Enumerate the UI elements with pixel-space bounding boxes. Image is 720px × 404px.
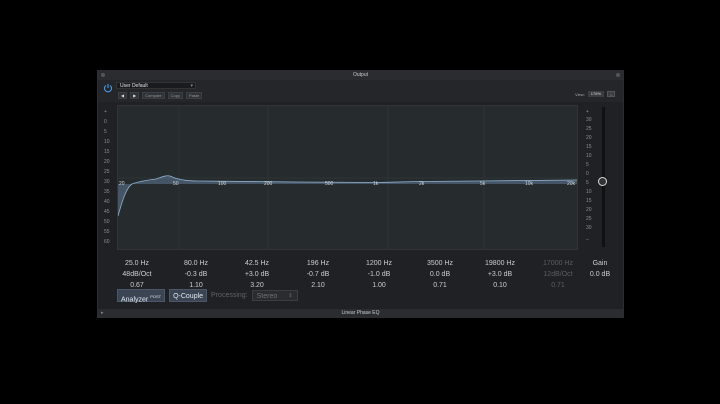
freq-label: 10k [525, 181, 534, 187]
view-zoom: View: 176% ⇔ [575, 91, 615, 97]
power-icon[interactable] [103, 83, 113, 93]
band-frequency[interactable]: 3500 Hz [415, 258, 465, 269]
band-gain[interactable]: 0.0 dB [415, 269, 465, 280]
band-frequency[interactable]: 1200 Hz [354, 258, 404, 269]
band-frequency[interactable]: 25.0 Hz [112, 258, 162, 269]
band-6: 3500 Hz 0.0 dB 0.71 [415, 258, 465, 291]
processing-select[interactable]: Stereo ⇕ [251, 290, 298, 301]
chevron-updown-icon: ⇕ [288, 293, 293, 299]
freq-label: 50 [173, 181, 179, 187]
freq-label: 20 [119, 181, 125, 187]
freq-label: 200 [264, 181, 273, 187]
freq-label: 1k [373, 181, 379, 187]
qcouple-button[interactable]: Q-Couple [169, 289, 208, 302]
eq-graph[interactable]: 20 50 100 200 500 1k 2k 5k 10k 20k [117, 105, 578, 250]
band-gain[interactable]: -0.3 dB [171, 269, 221, 280]
band-frequency[interactable]: 19800 Hz [475, 258, 525, 269]
freq-label: 2k [419, 181, 425, 187]
next-preset-button[interactable]: ▶ [130, 92, 140, 99]
copy-button[interactable]: Copy [167, 92, 183, 99]
band-gain[interactable]: -0.7 dB [293, 269, 343, 280]
band-gain[interactable]: 48dB/Oct [112, 269, 162, 280]
band-frequency[interactable]: 196 Hz [293, 258, 343, 269]
band-2: 80.0 Hz -0.3 dB 1.10 [171, 258, 221, 291]
paste-button[interactable]: Paste [185, 92, 203, 99]
band-gain[interactable]: +3.0 dB [475, 269, 525, 280]
band-frequency[interactable]: 42.5 Hz [232, 258, 282, 269]
resize-icon[interactable]: ⇔ [607, 91, 615, 97]
processing-label: Processing: [211, 292, 248, 299]
gain-label: Gain [592, 260, 608, 267]
freq-label: 20k [567, 181, 576, 187]
plugin-footer: ▸ Linear Phase EQ [98, 309, 623, 317]
preset-buttons: ◀ ▶ Compare Copy Paste [118, 92, 203, 99]
prev-preset-button[interactable]: ◀ [118, 92, 128, 99]
band-q[interactable]: 0.10 [475, 280, 525, 291]
gain-value[interactable]: 0.0 dB [580, 269, 620, 280]
view-label: View: [575, 91, 585, 97]
close-dot-icon[interactable] [101, 73, 105, 77]
gain-slider-knob[interactable] [598, 177, 607, 186]
freq-label: 5k [480, 181, 486, 187]
band-frequency[interactable]: 17000 Hz [533, 258, 583, 269]
window-title: Output [352, 72, 368, 78]
band-4: 196 Hz -0.7 dB 2.10 [293, 258, 343, 291]
disclosure-icon[interactable]: ▸ [101, 309, 104, 317]
eq-curve-display [118, 106, 577, 249]
band-q[interactable]: 0.71 [415, 280, 465, 291]
band-q[interactable]: 2.10 [293, 280, 343, 291]
band-frequency[interactable]: 80.0 Hz [171, 258, 221, 269]
eq-curve-fill [118, 175, 577, 216]
preset-menu[interactable]: User Default ▾ [116, 82, 196, 89]
plugin-header: User Default ▾ ◀ ▶ Compare Copy Paste Vi… [98, 80, 623, 102]
view-zoom-select[interactable]: 176% [587, 91, 604, 97]
analyzer-mode: POST [150, 294, 162, 299]
band-gain[interactable]: +3.0 dB [232, 269, 282, 280]
band-q[interactable]: 0.71 [533, 280, 583, 291]
band-3: 42.5 Hz +3.0 dB 3.20 [232, 258, 282, 291]
plugin-name: Linear Phase EQ [341, 310, 380, 316]
link-icon[interactable] [616, 73, 620, 77]
band-8: 17000 Hz 12dB/Oct 0.71 [533, 258, 583, 291]
compare-button[interactable]: Compare [142, 92, 165, 99]
band-gain[interactable]: 12dB/Oct [533, 269, 583, 280]
chevron-down-icon: ▾ [190, 83, 193, 89]
analyzer-button[interactable]: Analyzer POST [117, 289, 166, 303]
preset-name: User Default [120, 83, 148, 89]
freq-label: 500 [325, 181, 334, 187]
bottom-controls: Analyzer POST Q-Couple Processing: Stere… [117, 289, 298, 303]
band-5: 1200 Hz -1.0 dB 1.00 [354, 258, 404, 291]
band-1: 25.0 Hz 48dB/Oct 0.67 [112, 258, 162, 291]
band-7: 19800 Hz +3.0 dB 0.10 [475, 258, 525, 291]
band-gain[interactable]: -1.0 dB [354, 269, 404, 280]
eq-plugin-window: Output User Default ▾ ◀ ▶ Compare Copy P… [97, 70, 624, 318]
band-q[interactable]: 1.00 [354, 280, 404, 291]
output-gain: Gain 0.0 dB [580, 258, 620, 280]
freq-label: 100 [218, 181, 227, 187]
